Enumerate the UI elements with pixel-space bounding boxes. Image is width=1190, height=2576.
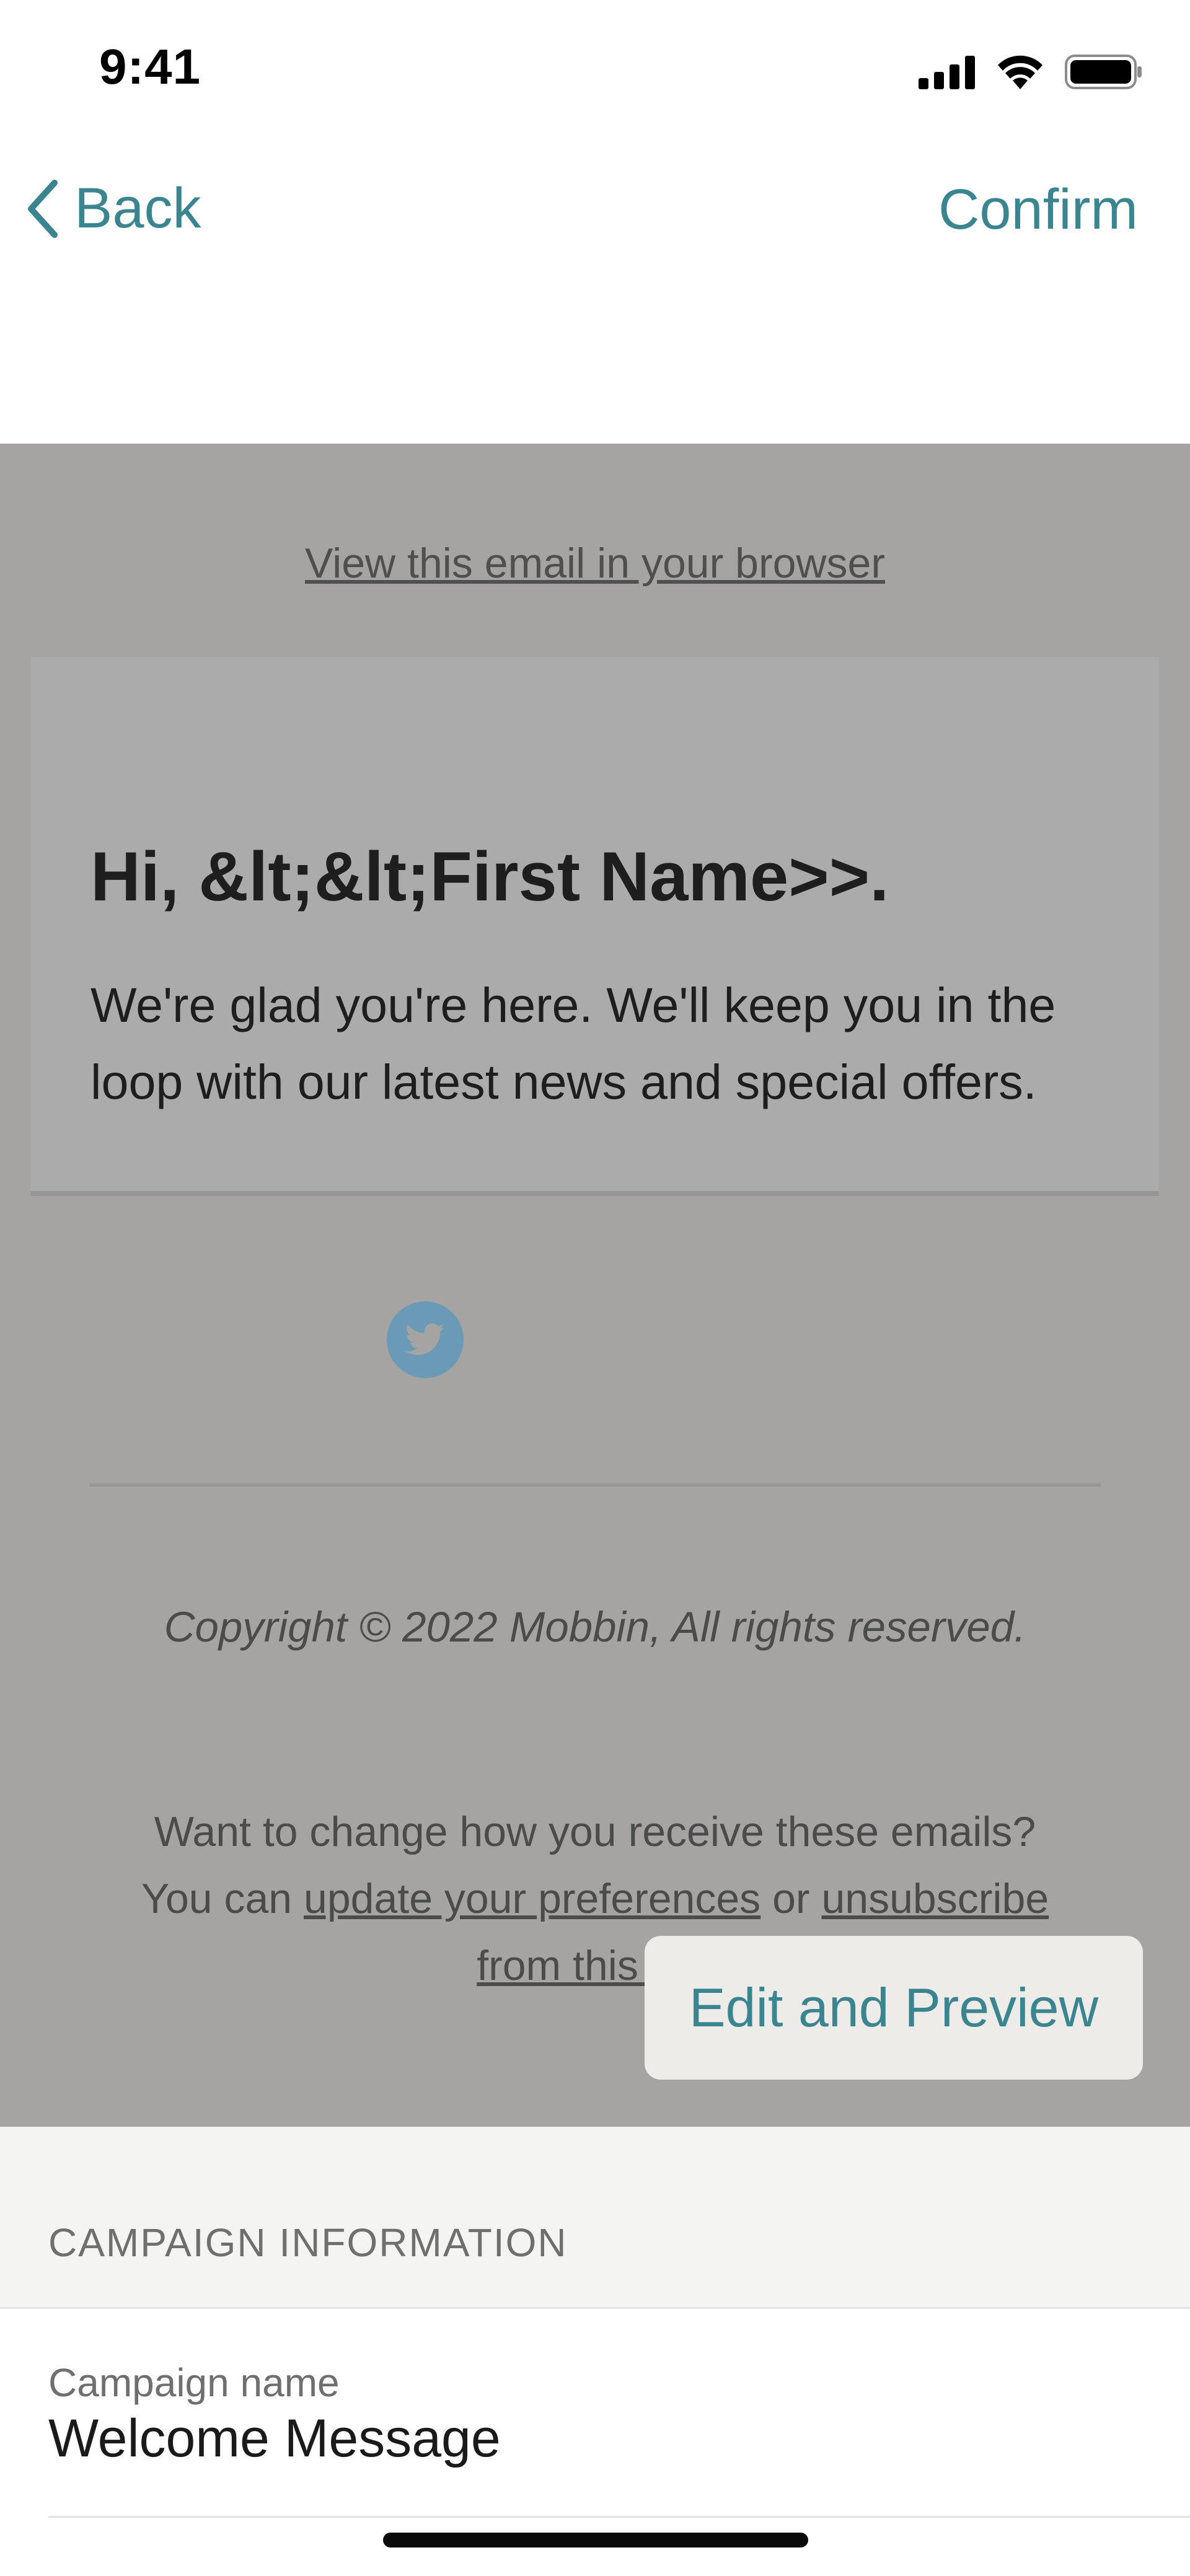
email-preview: View this email in your browser Hi, &lt;… [0,444,1190,2127]
wifi-icon [998,55,1042,89]
copyright-text: Copyright © 2022 Mobbin, All rights rese… [164,1603,1026,1651]
edit-and-preview-button[interactable]: Edit and Preview [645,1936,1143,2080]
campaign-name-label: Campaign name [48,2360,340,2405]
row-divider [48,2516,1190,2518]
prefs-line-2: You can update your preferences or unsub… [0,1865,1190,1932]
back-button[interactable]: Back [25,176,201,241]
home-indicator [383,2533,808,2547]
nav-bar: Back Confirm [0,146,1190,444]
status-icons [919,52,1143,92]
email-body-text: We're glad you're here. We'll keep you i… [90,977,1056,1109]
unsubscribe-link[interactable]: unsubscribe [821,1875,1049,1922]
campaign-name-row[interactable]: Campaign name Welcome Message [0,2309,1190,2520]
battery-icon [1065,55,1142,89]
cellular-signal-icon [919,56,975,89]
prefs-or: or [772,1875,810,1922]
back-label: Back [74,177,201,240]
view-in-browser-link[interactable]: View this email in your browser [0,539,1190,587]
email-content-card: Hi, &lt;&lt;First Name>>. We're glad you… [31,657,1159,1196]
prefs-you-can: You can [141,1875,293,1922]
status-bar: 9:41 [0,0,1190,146]
campaign-info-section-header: CAMPAIGN INFORMATION [0,2127,1190,2309]
chevron-left-icon [28,179,58,238]
email-greeting: Hi, &lt;&lt;First Name>>. [90,838,889,915]
campaign-name-value: Welcome Message [48,2409,501,2468]
confirm-button[interactable]: Confirm [938,177,1138,242]
email-divider [89,1484,1101,1487]
update-preferences-link[interactable]: update your preferences [304,1875,760,1922]
section-title: CAMPAIGN INFORMATION [48,2220,568,2265]
twitter-icon[interactable] [387,1301,464,1378]
twitter-bird-glyph [405,1323,444,1355]
prefs-line-1: Want to change how you receive these ema… [154,1808,1036,1855]
status-time: 9:41 [99,39,201,94]
